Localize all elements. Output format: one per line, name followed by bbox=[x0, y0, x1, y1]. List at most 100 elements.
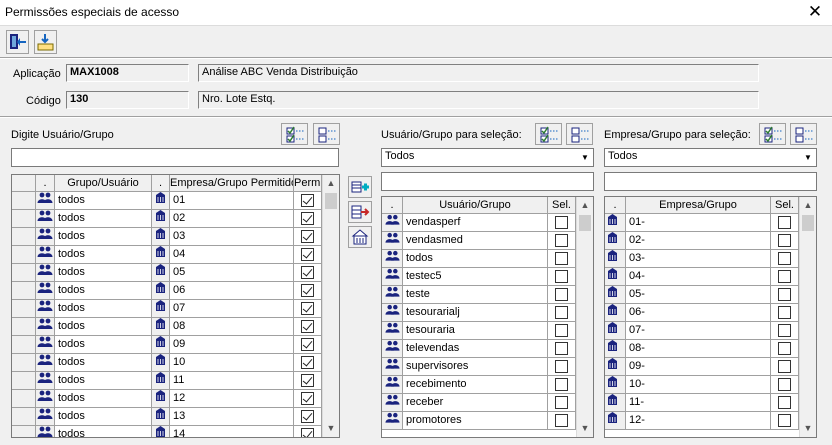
table-row[interactable]: todos 02 bbox=[12, 210, 322, 228]
perm-cell[interactable] bbox=[294, 282, 322, 300]
perm-checkbox[interactable] bbox=[301, 194, 314, 207]
table-row[interactable]: todos 01 bbox=[12, 192, 322, 210]
user-cell[interactable]: todos bbox=[55, 318, 152, 336]
sel-cell[interactable] bbox=[548, 358, 576, 376]
empresa-cell[interactable]: 05 bbox=[170, 264, 294, 282]
empresa-cell[interactable]: 04 bbox=[170, 246, 294, 264]
sel-cell[interactable] bbox=[548, 340, 576, 358]
empresa-cell[interactable]: 07 bbox=[170, 300, 294, 318]
middle-col-sel-header[interactable]: Sel. bbox=[548, 197, 576, 214]
middle-name-cell[interactable]: todos bbox=[403, 250, 548, 268]
list-item[interactable]: 04- bbox=[605, 268, 799, 286]
middle-name-cell[interactable]: vendasmed bbox=[403, 232, 548, 250]
perm-cell[interactable] bbox=[294, 336, 322, 354]
right-name-cell[interactable]: 02- bbox=[626, 232, 771, 250]
sel-checkbox[interactable] bbox=[555, 378, 568, 391]
sel-checkbox[interactable] bbox=[778, 360, 791, 373]
list-item[interactable]: 07- bbox=[605, 322, 799, 340]
empresa-cell[interactable]: 01 bbox=[170, 192, 294, 210]
list-item[interactable]: testec5 bbox=[382, 268, 576, 286]
sel-cell[interactable] bbox=[771, 322, 799, 340]
right-name-cell[interactable]: 08- bbox=[626, 340, 771, 358]
right-name-cell[interactable]: 12- bbox=[626, 412, 771, 430]
table-row[interactable]: todos 10 bbox=[12, 354, 322, 372]
user-cell[interactable]: todos bbox=[55, 210, 152, 228]
sel-checkbox[interactable] bbox=[555, 270, 568, 283]
row-selector[interactable] bbox=[12, 246, 36, 264]
sel-cell[interactable] bbox=[771, 412, 799, 430]
row-selector[interactable] bbox=[12, 210, 36, 228]
sel-checkbox[interactable] bbox=[555, 360, 568, 373]
row-selector[interactable] bbox=[12, 318, 36, 336]
perm-checkbox[interactable] bbox=[301, 428, 314, 437]
user-cell[interactable]: todos bbox=[55, 372, 152, 390]
empresa-cell[interactable]: 02 bbox=[170, 210, 294, 228]
perm-checkbox[interactable] bbox=[301, 230, 314, 243]
sel-cell[interactable] bbox=[548, 250, 576, 268]
perm-cell[interactable] bbox=[294, 228, 322, 246]
user-cell[interactable]: todos bbox=[55, 300, 152, 318]
perm-cell[interactable] bbox=[294, 264, 322, 282]
sel-checkbox[interactable] bbox=[555, 342, 568, 355]
list-item[interactable]: recebimento bbox=[382, 376, 576, 394]
list-item[interactable]: 09- bbox=[605, 358, 799, 376]
user-cell[interactable]: todos bbox=[55, 282, 152, 300]
list-item[interactable]: 10- bbox=[605, 376, 799, 394]
sel-cell[interactable] bbox=[548, 322, 576, 340]
scroll-thumb[interactable] bbox=[579, 215, 591, 231]
sel-checkbox[interactable] bbox=[778, 234, 791, 247]
empresa-cell[interactable]: 14 bbox=[170, 426, 294, 437]
perm-checkbox[interactable] bbox=[301, 248, 314, 261]
list-item[interactable]: teste bbox=[382, 286, 576, 304]
sel-cell[interactable] bbox=[548, 412, 576, 430]
sel-cell[interactable] bbox=[548, 268, 576, 286]
row-selector[interactable] bbox=[12, 192, 36, 210]
middle-uncheck-all-button[interactable] bbox=[566, 123, 593, 145]
list-item[interactable]: 02- bbox=[605, 232, 799, 250]
user-cell[interactable]: todos bbox=[55, 426, 152, 437]
list-item[interactable]: tesouraria bbox=[382, 322, 576, 340]
empresa-cell[interactable]: 10 bbox=[170, 354, 294, 372]
user-cell[interactable]: todos bbox=[55, 246, 152, 264]
scroll-up-icon[interactable]: ▲ bbox=[800, 197, 816, 214]
right-col-empresa-header[interactable]: Empresa/Grupo bbox=[626, 197, 771, 214]
middle-name-cell[interactable]: recebimento bbox=[403, 376, 548, 394]
sel-checkbox[interactable] bbox=[778, 288, 791, 301]
right-name-cell[interactable]: 10- bbox=[626, 376, 771, 394]
sel-checkbox[interactable] bbox=[778, 252, 791, 265]
user-cell[interactable]: todos bbox=[55, 408, 152, 426]
row-selector[interactable] bbox=[12, 264, 36, 282]
perm-checkbox[interactable] bbox=[301, 338, 314, 351]
remove-permission-button[interactable] bbox=[348, 201, 372, 223]
user-cell[interactable]: todos bbox=[55, 192, 152, 210]
exit-button[interactable] bbox=[6, 30, 29, 54]
right-col-sel-header[interactable]: Sel. bbox=[771, 197, 799, 214]
sel-checkbox[interactable] bbox=[778, 342, 791, 355]
perm-cell[interactable] bbox=[294, 300, 322, 318]
middle-name-cell[interactable]: vendasperf bbox=[403, 214, 548, 232]
perm-checkbox[interactable] bbox=[301, 284, 314, 297]
sel-cell[interactable] bbox=[771, 376, 799, 394]
table-row[interactable]: todos 05 bbox=[12, 264, 322, 282]
user-cell[interactable]: todos bbox=[55, 390, 152, 408]
sel-cell[interactable] bbox=[548, 376, 576, 394]
sel-cell[interactable] bbox=[548, 214, 576, 232]
perm-cell[interactable] bbox=[294, 210, 322, 228]
empresa-cell[interactable]: 09 bbox=[170, 336, 294, 354]
perm-cell[interactable] bbox=[294, 426, 322, 437]
sel-cell[interactable] bbox=[771, 340, 799, 358]
chevron-down-icon[interactable]: ▼ bbox=[801, 150, 815, 165]
empresa-cell[interactable]: 13 bbox=[170, 408, 294, 426]
sel-checkbox[interactable] bbox=[555, 288, 568, 301]
list-item[interactable]: supervisores bbox=[382, 358, 576, 376]
perm-checkbox[interactable] bbox=[301, 374, 314, 387]
sel-checkbox[interactable] bbox=[778, 306, 791, 319]
left-check-all-button[interactable] bbox=[281, 123, 308, 145]
row-selector[interactable] bbox=[12, 336, 36, 354]
list-item[interactable]: 06- bbox=[605, 304, 799, 322]
perm-checkbox[interactable] bbox=[301, 356, 314, 369]
list-item[interactable]: 12- bbox=[605, 412, 799, 430]
perm-checkbox[interactable] bbox=[301, 320, 314, 333]
sel-cell[interactable] bbox=[771, 286, 799, 304]
save-button[interactable] bbox=[34, 30, 57, 54]
